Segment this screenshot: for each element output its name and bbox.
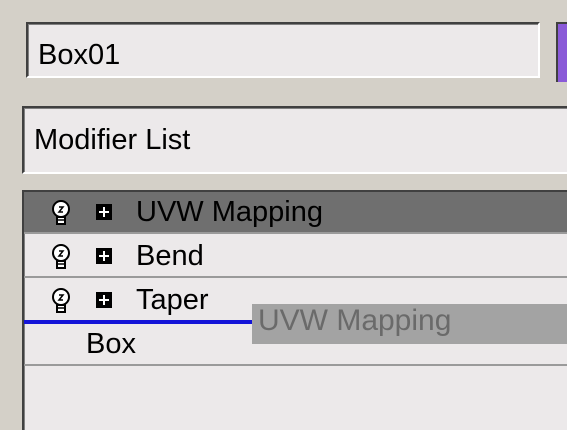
lightbulb-icon[interactable]	[46, 198, 76, 228]
expand-plus-icon[interactable]	[96, 248, 112, 264]
expand-plus-icon[interactable]	[96, 292, 112, 308]
expand-plus-icon[interactable]	[96, 204, 112, 220]
drag-ghost-label: UVW Mapping	[252, 304, 567, 344]
lightbulb-icon[interactable]	[46, 242, 76, 272]
stack-item-bend[interactable]: Bend	[24, 236, 567, 278]
stack-item-label: Taper	[136, 284, 209, 316]
modifier-list-dropdown[interactable]: Modifier List	[22, 106, 567, 174]
object-color-swatch[interactable]	[556, 22, 567, 82]
modifier-list-label: Modifier List	[34, 124, 191, 156]
stack-base-label: Box	[86, 328, 136, 360]
lightbulb-icon[interactable]	[46, 286, 76, 316]
stack-item-label: UVW Mapping	[136, 196, 323, 228]
stack-item-uvw-mapping[interactable]: UVW Mapping	[24, 192, 567, 234]
stack-item-label: Bend	[136, 240, 204, 272]
object-name-field[interactable]	[26, 22, 540, 78]
